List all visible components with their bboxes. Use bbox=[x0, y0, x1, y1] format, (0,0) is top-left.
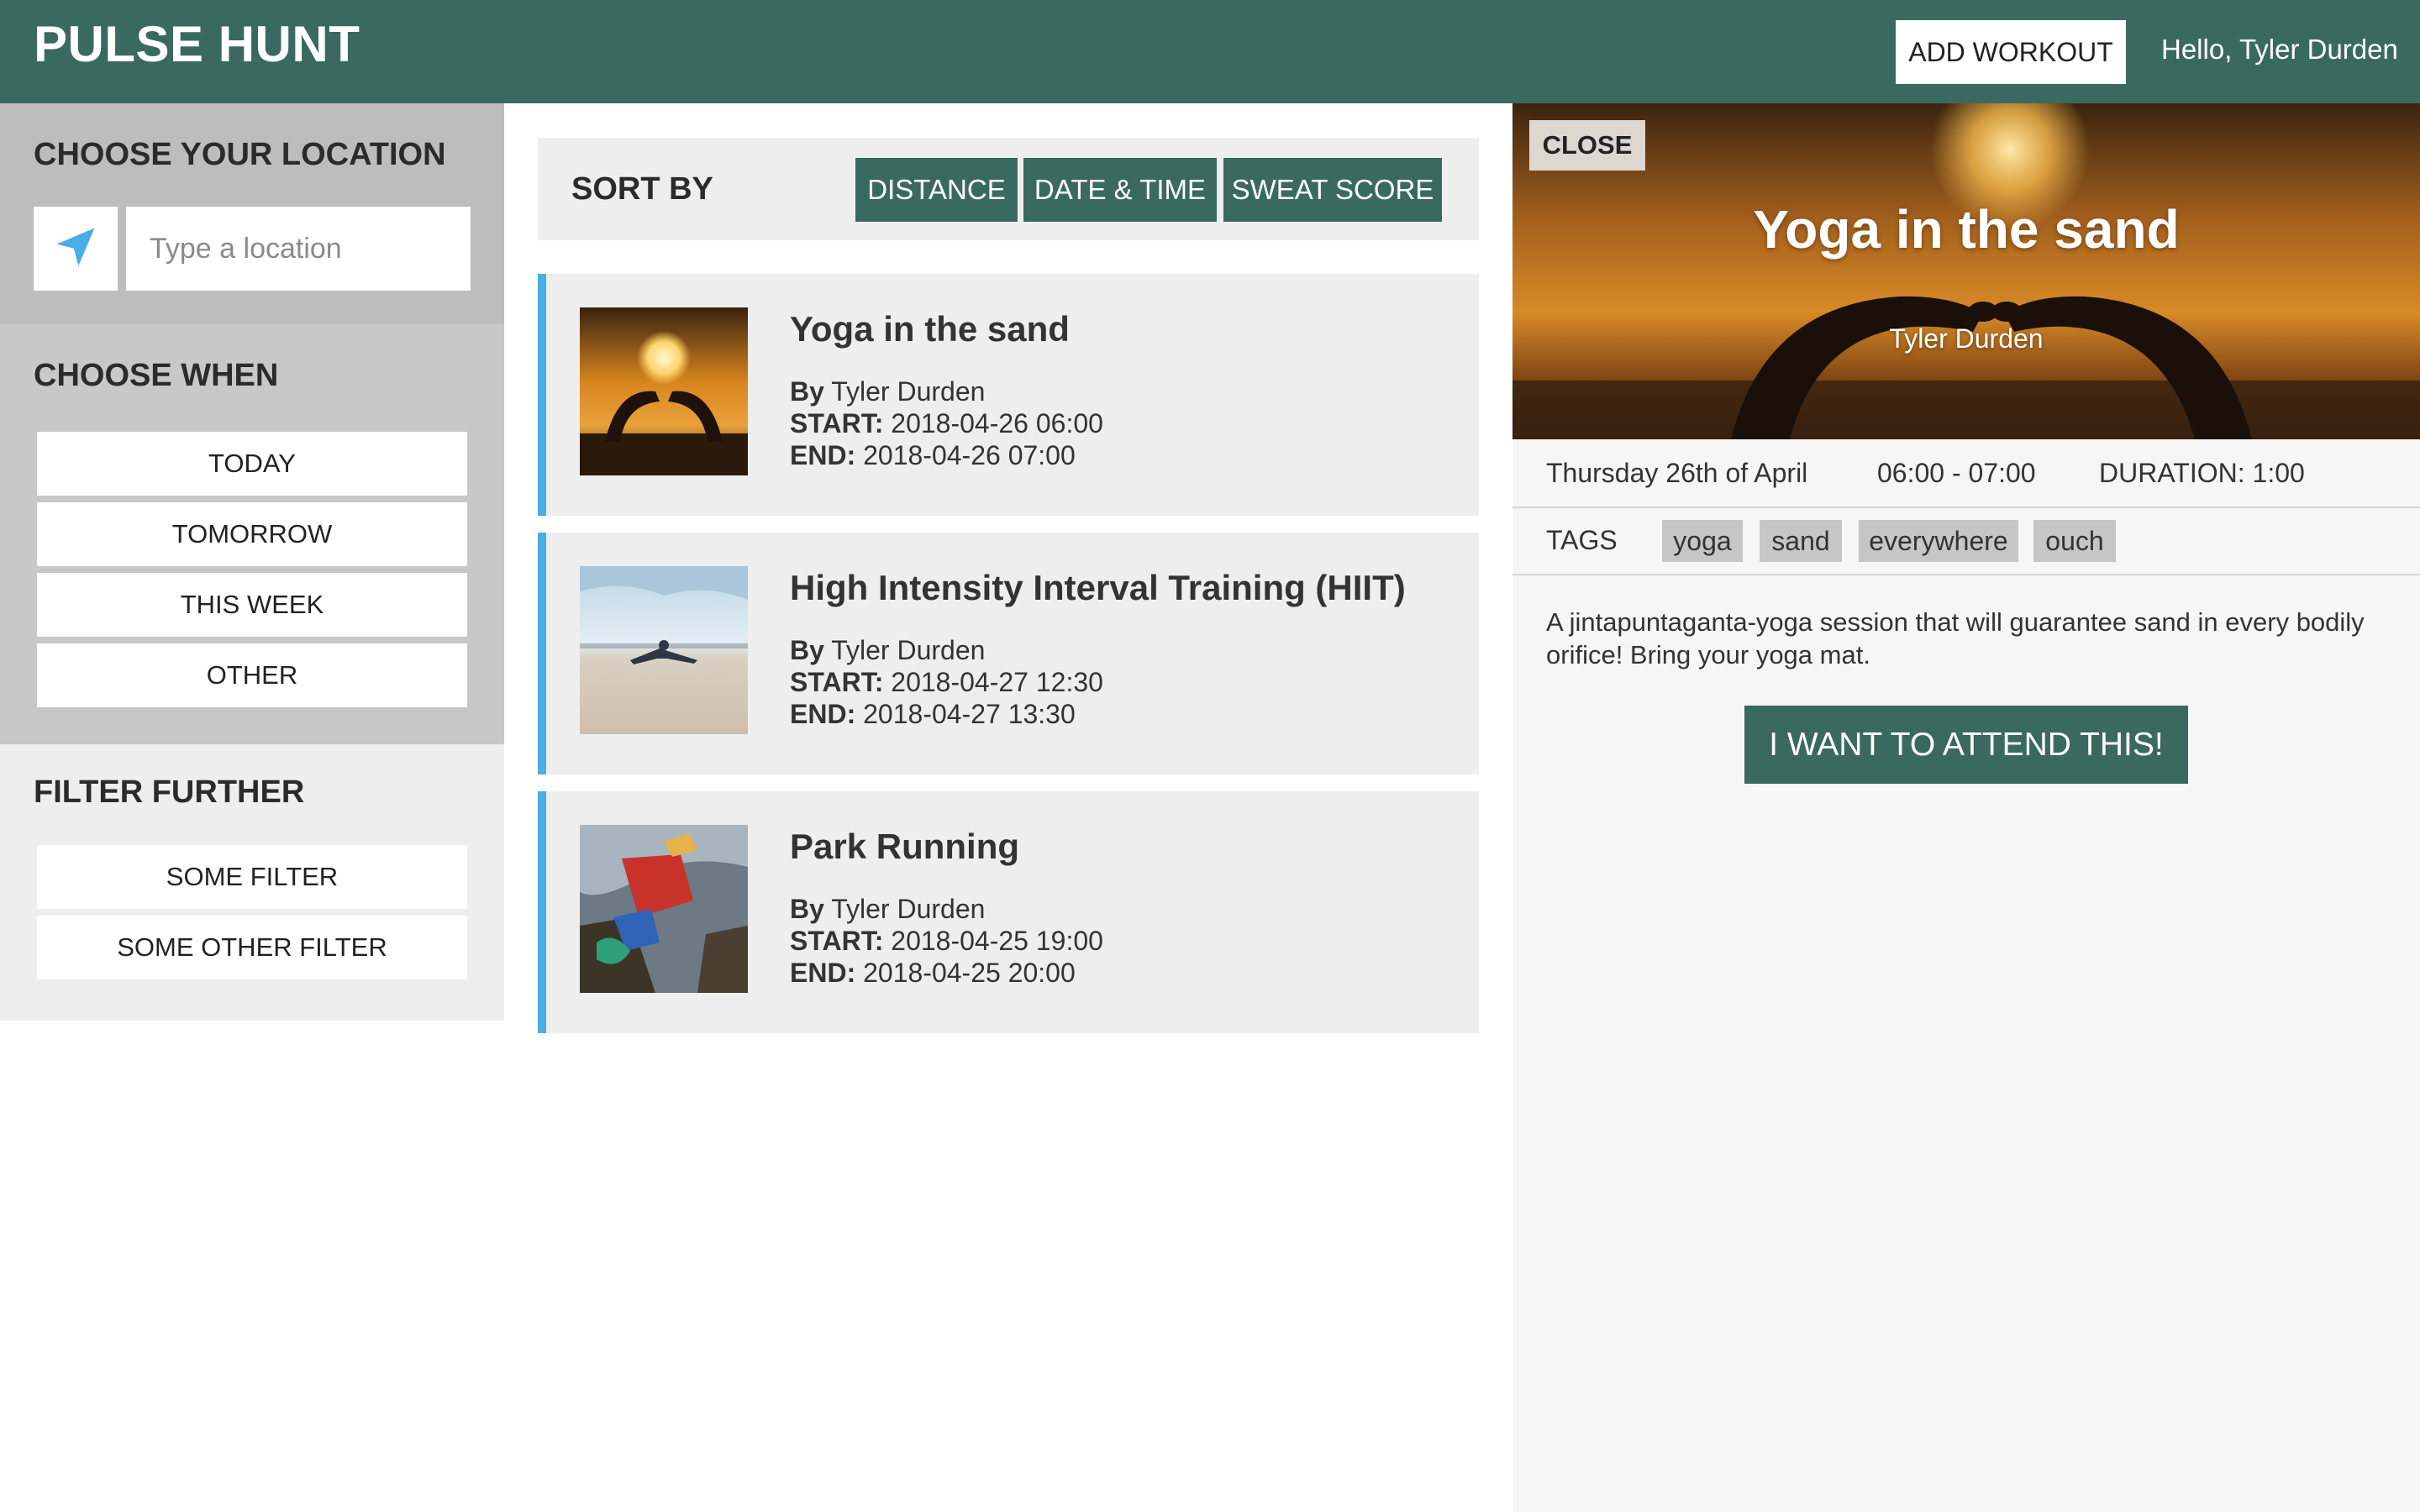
start-label: START: bbox=[790, 408, 884, 438]
detail-tags-row: TAGS yoga sand everywhere ouch bbox=[1512, 508, 2420, 575]
by-label: By bbox=[790, 635, 824, 665]
sort-sweat-score-button[interactable]: SWEAT SCORE bbox=[1223, 158, 1442, 222]
some-other-filter-button[interactable]: SOME OTHER FILTER bbox=[37, 916, 467, 979]
workout-start-line: START: 2018-04-25 19:00 bbox=[790, 926, 1103, 957]
location-section-title: CHOOSE YOUR LOCATION bbox=[34, 137, 446, 172]
detail-duration: DURATION: 1:00 bbox=[2099, 458, 2305, 488]
workout-thumbnail bbox=[580, 825, 748, 993]
sort-bar: SORT BY DISTANCE DATE & TIME SWEAT SCORE bbox=[538, 138, 1479, 240]
sort-date-time-button[interactable]: DATE & TIME bbox=[1023, 158, 1217, 222]
when-tomorrow-button[interactable]: TOMORROW bbox=[37, 502, 467, 566]
workout-author-line: By Tyler Durden bbox=[790, 894, 985, 925]
tag-chip[interactable]: everywhere bbox=[1859, 520, 2018, 562]
tag-chip[interactable]: ouch bbox=[2033, 520, 2116, 562]
navigation-arrow-icon bbox=[53, 224, 98, 274]
workout-card[interactable]: High Intensity Interval Training (HIIT) … bbox=[538, 533, 1479, 774]
start-label: START: bbox=[790, 926, 884, 956]
workout-end: 2018-04-26 07:00 bbox=[863, 440, 1076, 470]
workout-start: 2018-04-25 19:00 bbox=[891, 926, 1103, 956]
sort-by-label: SORT BY bbox=[571, 171, 713, 207]
add-workout-button[interactable]: ADD WORKOUT bbox=[1896, 20, 2126, 84]
detail-description: A jintapuntaganta-yoga session that will… bbox=[1546, 607, 2365, 669]
filter-section: FILTER FURTHER SOME FILTER SOME OTHER FI… bbox=[0, 744, 504, 1021]
start-label: START: bbox=[790, 667, 884, 697]
when-section-title: CHOOSE WHEN bbox=[34, 358, 279, 393]
location-section: CHOOSE YOUR LOCATION bbox=[0, 103, 504, 324]
workout-thumbnail bbox=[580, 307, 748, 475]
detail-time: 06:00 - 07:00 bbox=[1877, 458, 2036, 488]
top-bar: PULSE HUNT ADD WORKOUT Hello, Tyler Durd… bbox=[0, 0, 2420, 103]
close-button[interactable]: CLOSE bbox=[1529, 120, 1645, 171]
brand-logo[interactable]: PULSE HUNT bbox=[34, 15, 360, 73]
workout-author: Tyler Durden bbox=[831, 635, 986, 665]
sort-distance-button[interactable]: DISTANCE bbox=[855, 158, 1018, 222]
end-label: END: bbox=[790, 440, 856, 470]
workout-author-line: By Tyler Durden bbox=[790, 376, 985, 407]
location-input[interactable] bbox=[126, 207, 471, 291]
workout-start-line: START: 2018-04-26 06:00 bbox=[790, 408, 1103, 439]
workout-title[interactable]: Yoga in the sand bbox=[790, 309, 1070, 349]
workout-author-line: By Tyler Durden bbox=[790, 635, 985, 666]
when-section: CHOOSE WHEN TODAY TOMORROW THIS WEEK OTH… bbox=[0, 324, 504, 744]
tags-label: TAGS bbox=[1546, 525, 1618, 555]
detail-meta-row: Thursday 26th of April 06:00 - 07:00 DUR… bbox=[1512, 439, 2420, 508]
workout-hero-image: CLOSE Yoga in the sand Tyler Durden bbox=[1512, 103, 2420, 439]
attend-button[interactable]: I WANT TO ATTEND THIS! bbox=[1744, 706, 2188, 784]
by-label: By bbox=[790, 894, 824, 924]
tag-chip[interactable]: sand bbox=[1760, 520, 1842, 562]
workout-start: 2018-04-27 12:30 bbox=[891, 667, 1103, 697]
end-label: END: bbox=[790, 699, 856, 729]
some-filter-button[interactable]: SOME FILTER bbox=[37, 845, 467, 909]
filter-section-title: FILTER FURTHER bbox=[34, 774, 305, 810]
end-label: END: bbox=[790, 958, 856, 988]
when-this-week-button[interactable]: THIS WEEK bbox=[37, 573, 467, 637]
detail-title: Yoga in the sand bbox=[1753, 199, 2180, 260]
by-label: By bbox=[790, 376, 824, 407]
workout-author: Tyler Durden bbox=[831, 894, 986, 924]
workout-title[interactable]: High Intensity Interval Training (HIIT) bbox=[790, 568, 1406, 608]
when-other-button[interactable]: OTHER bbox=[37, 643, 467, 707]
workout-author: Tyler Durden bbox=[831, 376, 986, 407]
workout-start: 2018-04-26 06:00 bbox=[891, 408, 1103, 438]
user-greeting[interactable]: Hello, Tyler Durden bbox=[2161, 34, 2398, 66]
workout-end: 2018-04-27 13:30 bbox=[863, 699, 1076, 729]
workout-end: 2018-04-25 20:00 bbox=[863, 958, 1076, 988]
workout-thumbnail bbox=[580, 566, 748, 734]
workout-card[interactable]: Park Running By Tyler Durden START: 2018… bbox=[538, 791, 1479, 1033]
detail-author[interactable]: Tyler Durden bbox=[1512, 323, 2420, 354]
when-today-button[interactable]: TODAY bbox=[37, 432, 467, 496]
workout-end-line: END: 2018-04-27 13:30 bbox=[790, 699, 1076, 730]
workout-end-line: END: 2018-04-26 07:00 bbox=[790, 440, 1076, 471]
workout-end-line: END: 2018-04-25 20:00 bbox=[790, 958, 1076, 989]
workout-title[interactable]: Park Running bbox=[790, 827, 1019, 867]
workout-start-line: START: 2018-04-27 12:30 bbox=[790, 667, 1103, 698]
tag-chip[interactable]: yoga bbox=[1662, 520, 1743, 562]
detail-date: Thursday 26th of April bbox=[1546, 458, 1808, 488]
workout-detail-panel: CLOSE Yoga in the sand Tyler Durden Thur… bbox=[1512, 103, 2420, 1512]
filter-sidebar: CHOOSE YOUR LOCATION CHOOSE WHEN TODAY T… bbox=[0, 103, 504, 1021]
use-my-location-button[interactable] bbox=[34, 207, 118, 291]
workout-card[interactable]: Yoga in the sand By Tyler Durden START: … bbox=[538, 274, 1479, 516]
